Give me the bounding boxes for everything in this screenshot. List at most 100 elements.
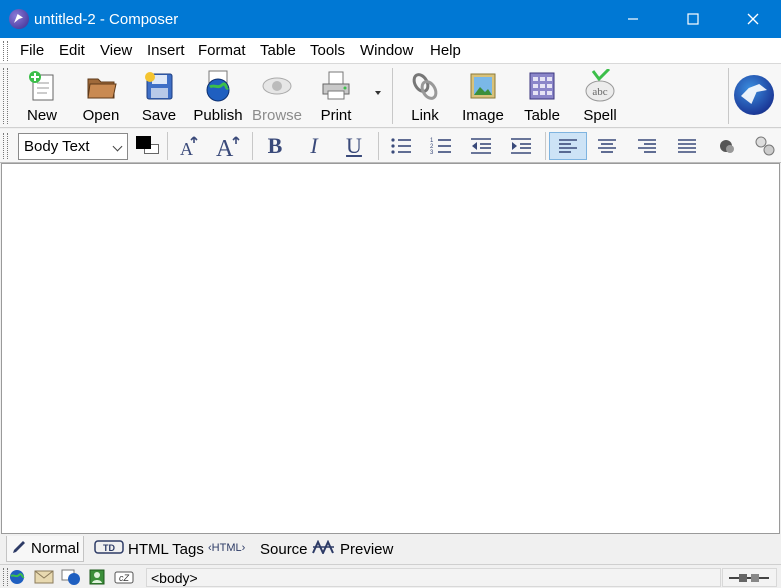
tab-html-tags[interactable]: TD HTML Tags bbox=[90, 536, 208, 562]
numbered-list-button[interactable]: 123 bbox=[424, 132, 458, 160]
menu-table[interactable]: Table bbox=[260, 42, 296, 59]
menu-file[interactable]: File bbox=[20, 42, 44, 59]
html-source-icon: ‹HTML› bbox=[208, 540, 256, 558]
indent-button[interactable] bbox=[504, 132, 538, 160]
spell-button[interactable]: abc Spell bbox=[572, 67, 628, 127]
print-button[interactable]: Print bbox=[308, 67, 364, 127]
composition-toolbar: New Open Save Publish Browse Print Link … bbox=[0, 64, 781, 128]
numbered-list-icon: 123 bbox=[430, 138, 451, 155]
open-button[interactable]: Open bbox=[73, 67, 129, 127]
maximize-button[interactable] bbox=[663, 0, 723, 38]
publish-button[interactable]: Publish bbox=[190, 67, 246, 127]
composer-app-icon bbox=[9, 9, 29, 29]
underline-icon: U bbox=[346, 133, 362, 158]
svg-text:‹HTML›: ‹HTML› bbox=[208, 542, 246, 554]
menu-help[interactable]: Help bbox=[430, 42, 461, 59]
tab-preview[interactable]: Preview bbox=[308, 536, 397, 562]
chatzilla-icon[interactable]: cZ bbox=[114, 569, 134, 585]
tag-path-bar: <body> bbox=[146, 568, 721, 587]
editor-content-area[interactable] bbox=[1, 163, 780, 534]
status-bar: cZ <body> bbox=[0, 564, 781, 588]
mail-envelope-icon[interactable] bbox=[34, 569, 54, 585]
menu-view[interactable]: View bbox=[100, 42, 132, 59]
toolbar-grip[interactable] bbox=[3, 68, 8, 124]
outdent-icon bbox=[471, 138, 491, 154]
color-picker[interactable] bbox=[135, 134, 161, 156]
bold-button[interactable]: B bbox=[258, 132, 292, 160]
justify-button[interactable] bbox=[670, 132, 704, 160]
menu-bar: File Edit View Insert Format Table Tools… bbox=[0, 38, 781, 64]
publish-globe-icon bbox=[201, 69, 235, 103]
formatbar-grip[interactable] bbox=[3, 133, 8, 159]
browse-eye-icon bbox=[260, 69, 294, 103]
format-separator bbox=[167, 132, 168, 160]
menu-tools[interactable]: Tools bbox=[310, 42, 345, 59]
menu-format[interactable]: Format bbox=[198, 42, 246, 59]
toolbar-overflow-arrow[interactable] bbox=[375, 91, 381, 95]
decrease-font-size-button[interactable]: A bbox=[172, 132, 206, 160]
menu-window[interactable]: Window bbox=[360, 42, 413, 59]
bold-icon: B bbox=[267, 133, 283, 158]
bullet-list-icon bbox=[391, 138, 411, 154]
browse-button[interactable]: Browse bbox=[249, 67, 305, 127]
format-separator bbox=[545, 132, 546, 160]
align-center-icon bbox=[598, 139, 616, 153]
printer-icon bbox=[319, 69, 353, 103]
layer-position-icon bbox=[755, 136, 775, 156]
insert-element-icon bbox=[720, 140, 734, 153]
toolbar-separator bbox=[392, 68, 393, 124]
image-button[interactable]: Image bbox=[455, 67, 511, 127]
save-button[interactable]: Save bbox=[131, 67, 187, 127]
format-separator bbox=[378, 132, 379, 160]
close-icon bbox=[747, 13, 759, 25]
td-tag-icon: TD bbox=[94, 540, 124, 558]
open-folder-icon bbox=[84, 69, 118, 103]
close-button[interactable] bbox=[723, 0, 781, 38]
align-right-button[interactable] bbox=[630, 132, 664, 160]
seamonkey-logo-icon[interactable] bbox=[734, 75, 774, 115]
svg-text:3: 3 bbox=[430, 150, 434, 155]
underline-button[interactable]: U bbox=[337, 132, 371, 160]
spell-check-icon: abc bbox=[583, 67, 617, 103]
align-right-icon bbox=[638, 139, 656, 153]
absolute-position-button[interactable] bbox=[750, 132, 780, 160]
window-title: untitled-2 - Composer bbox=[34, 10, 179, 28]
svg-text:TD: TD bbox=[103, 543, 115, 553]
tab-source[interactable]: ‹HTML› Source bbox=[204, 536, 312, 562]
new-document-icon bbox=[25, 69, 59, 103]
insert-element-button[interactable] bbox=[710, 132, 744, 160]
svg-text:abc: abc bbox=[592, 86, 607, 98]
text-color-swatch[interactable] bbox=[136, 136, 151, 149]
font-larger-icon: A bbox=[216, 136, 240, 159]
tab-normal[interactable]: Normal bbox=[6, 536, 85, 562]
maximize-icon bbox=[687, 13, 699, 25]
table-button[interactable]: Table bbox=[514, 67, 570, 127]
bullet-list-button[interactable] bbox=[384, 132, 418, 160]
align-left-button[interactable] bbox=[549, 132, 587, 160]
align-center-button[interactable] bbox=[590, 132, 624, 160]
format-separator bbox=[252, 132, 253, 160]
menubar-grip[interactable] bbox=[3, 41, 8, 61]
minimize-button[interactable] bbox=[603, 0, 663, 38]
preview-icon bbox=[312, 539, 336, 558]
svg-text:cZ: cZ bbox=[119, 573, 130, 583]
tag-path-body[interactable]: <body> bbox=[151, 570, 198, 586]
new-button[interactable]: New bbox=[14, 67, 70, 127]
menu-insert[interactable]: Insert bbox=[147, 42, 185, 59]
browser-globe-icon[interactable] bbox=[8, 569, 26, 585]
link-button[interactable]: Link bbox=[397, 67, 453, 127]
outdent-button[interactable] bbox=[464, 132, 498, 160]
svg-text:A: A bbox=[180, 139, 193, 159]
save-disk-icon bbox=[142, 69, 176, 103]
italic-button[interactable]: I bbox=[297, 132, 331, 160]
font-smaller-icon: A bbox=[180, 136, 198, 159]
paragraph-style-value: Body Text bbox=[24, 138, 90, 155]
indent-icon bbox=[511, 138, 531, 154]
address-book-icon[interactable] bbox=[88, 569, 106, 585]
online-plug-icon[interactable] bbox=[729, 571, 769, 588]
composer-globe-icon[interactable] bbox=[61, 569, 80, 585]
table-grid-icon bbox=[525, 69, 559, 103]
paragraph-style-select[interactable]: Body Text bbox=[18, 133, 128, 160]
increase-font-size-button[interactable]: A bbox=[211, 132, 245, 160]
menu-edit[interactable]: Edit bbox=[59, 42, 85, 59]
